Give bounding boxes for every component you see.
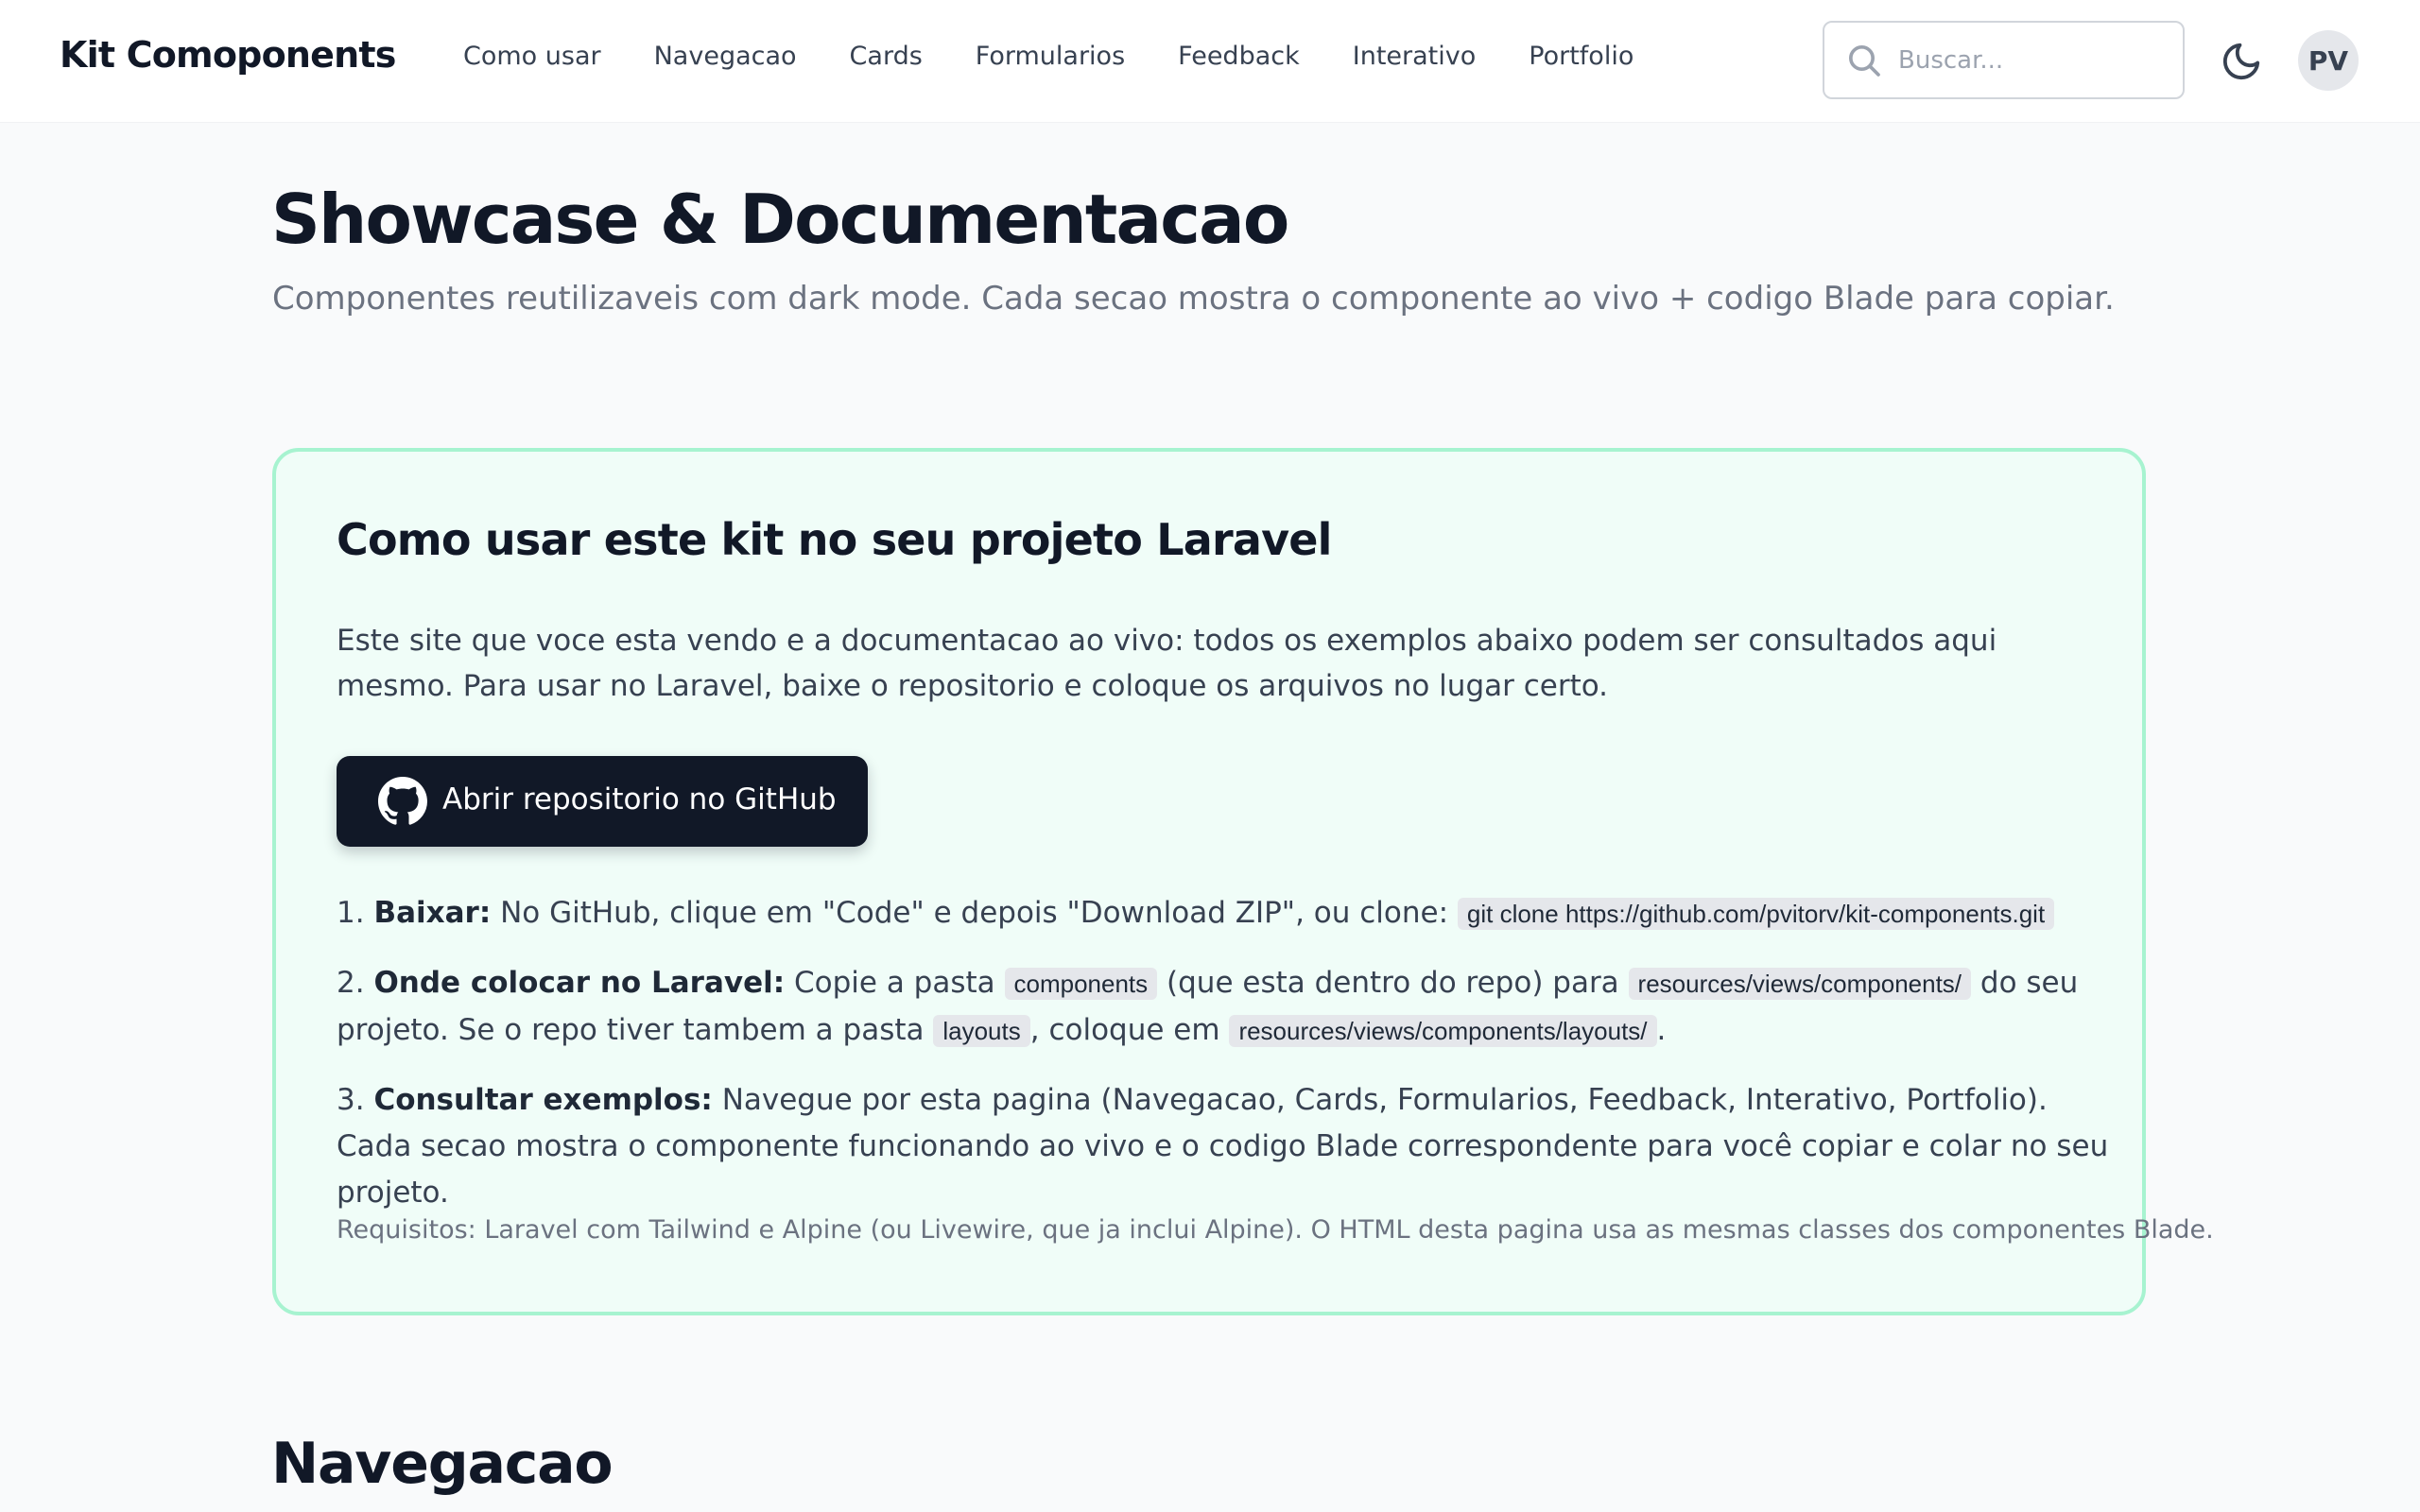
avatar[interactable]: PV <box>2298 30 2359 91</box>
step-download: 1. Baixar: No GitHub, clique em "Code" e… <box>337 890 2114 937</box>
code-layouts-path[interactable]: resources/views/components/layouts/ <box>1229 1015 1657 1047</box>
search-icon <box>1849 45 1880 77</box>
search-input[interactable] <box>1898 36 2172 85</box>
github-button[interactable]: Abrir repositorio no GitHub <box>337 756 868 847</box>
code-git-clone[interactable]: git clone https://github.com/pvitorv/kit… <box>1457 898 2055 930</box>
github-icon <box>378 777 427 825</box>
code-components[interactable]: components <box>1004 968 1158 1000</box>
steps-list: 1. Baixar: No GitHub, clique em "Code" e… <box>337 890 2114 1239</box>
brand-logo[interactable]: Kit Comoponents <box>60 34 396 76</box>
nav-item-portfolio[interactable]: Portfolio <box>1529 42 1634 71</box>
step-number: 1. <box>337 896 365 930</box>
top-navbar: Kit Comoponents Como usar Navegacao Card… <box>0 0 2420 123</box>
step-number: 3. <box>337 1083 365 1117</box>
how-to-card: Como usar este kit no seu projeto Larave… <box>272 448 2214 1315</box>
nav-item-interativo[interactable]: Interativo <box>1353 42 1477 71</box>
step-text: . <box>1656 1013 1667 1047</box>
section-title-navegacao: Navegacao <box>271 1431 614 1497</box>
step-text: (que esta dentro do repo) para <box>1157 966 1629 1000</box>
card-intro: Este site que voce esta vendo e a docume… <box>337 624 1997 703</box>
code-components-path[interactable]: resources/views/components/ <box>1628 968 1972 1000</box>
moon-icon[interactable] <box>2220 40 2263 83</box>
step-label: Onde colocar no Laravel: <box>373 966 786 1000</box>
nav-item-como-usar[interactable]: Como usar <box>463 42 601 71</box>
step-text: No GitHub, clique em "Code" e depois "Do… <box>491 896 1458 930</box>
step-examples: 3. Consultar exemplos: Navegue por esta … <box>337 1077 2114 1216</box>
nav-item-feedback[interactable]: Feedback <box>1178 42 1300 71</box>
step-label: Consultar exemplos: <box>373 1083 713 1117</box>
requirements-note: Requisitos: Laravel com Tailwind e Alpin… <box>337 1215 2214 1245</box>
nav-item-navegacao[interactable]: Navegacao <box>654 42 797 71</box>
step-number: 2. <box>337 966 365 1000</box>
nav-item-formularios[interactable]: Formularios <box>976 42 1125 71</box>
page-subtitle: Componentes reutilizaveis com dark mode.… <box>272 280 2115 318</box>
step-text: , coloque em <box>1029 1013 1230 1047</box>
github-button-label: Abrir repositorio no GitHub <box>442 782 837 816</box>
step-where: 2. Onde colocar no Laravel: Copie a past… <box>337 960 2114 1055</box>
code-layouts[interactable]: layouts <box>933 1015 1030 1047</box>
page-title: Showcase & Documentacao <box>271 180 1289 259</box>
step-label: Baixar: <box>373 896 492 930</box>
card-title: Como usar este kit no seu projeto Larave… <box>337 514 1332 565</box>
search-box[interactable] <box>1823 21 2185 99</box>
step-text: Copie a pasta <box>785 966 1005 1000</box>
nav-item-cards[interactable]: Cards <box>850 42 923 71</box>
main-nav: Como usar Navegacao Cards Formularios Fe… <box>463 42 1686 71</box>
